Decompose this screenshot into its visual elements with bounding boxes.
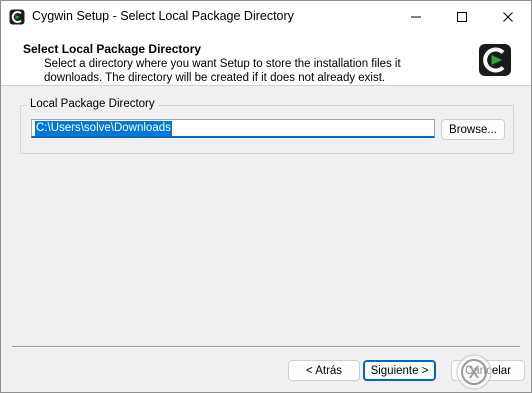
description-line-2: downloads. The directory will be created… [44,72,386,84]
next-button[interactable]: Siguiente > [363,360,436,381]
close-icon [503,11,513,22]
footer-divider [12,346,520,348]
cygwin-app-icon [9,9,25,25]
package-directory-value: C:\Users\solve\Downloads [35,121,172,136]
description-line-1: Select a directory where you want Setup … [44,58,401,70]
maximize-button[interactable] [439,1,485,32]
cancel-button[interactable]: Cancelar [451,360,525,381]
package-directory-input[interactable]: C:\Users\solve\Downloads [31,119,435,138]
setup-window: Cygwin Setup - Select Local Package Dire… [0,0,532,393]
close-button[interactable] [485,1,531,32]
page-title: Select Local Package Directory [23,42,202,56]
group-label: Local Package Directory [27,98,158,110]
title-bar[interactable]: Cygwin Setup - Select Local Package Dire… [1,1,531,32]
window-title: Cygwin Setup - Select Local Package Dire… [32,9,294,23]
page-description: Select a directory where you want Setup … [44,57,444,85]
minimize-button[interactable] [393,1,439,32]
browse-button[interactable]: Browse... [441,119,505,140]
maximize-icon [457,11,467,22]
wizard-header: Select Local Package Directory Select a … [1,32,531,86]
back-button[interactable]: < Atrás [288,360,360,381]
minimize-icon [411,16,421,17]
cygwin-logo [479,44,511,76]
